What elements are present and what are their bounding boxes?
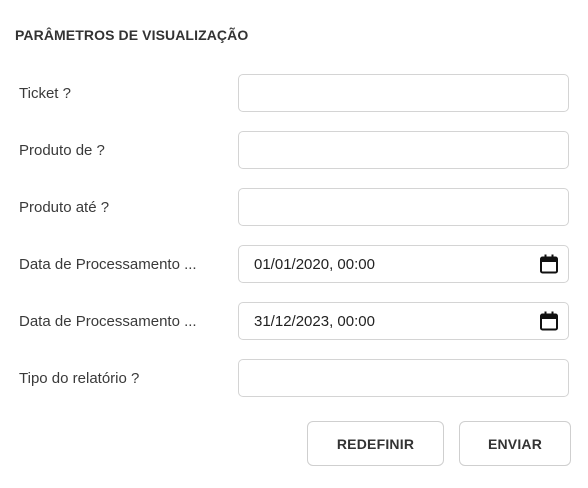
- data-processamento-ate-value: 31/12/2023, 00:00: [254, 313, 375, 330]
- data-processamento-de-value: 01/01/2020, 00:00: [254, 256, 375, 273]
- field-row-data-processamento-de: Data de Processamento ... 01/01/2020, 00…: [0, 245, 588, 285]
- parameters-panel: PARÂMETROS DE VISUALIZAÇÃO Ticket ? Prod…: [0, 0, 588, 488]
- ticket-input[interactable]: [238, 74, 569, 112]
- field-row-data-processamento-ate: Data de Processamento ... 31/12/2023, 00…: [0, 302, 588, 342]
- produto-ate-label: Produto até ?: [19, 199, 110, 216]
- produto-de-label: Produto de ?: [19, 142, 105, 159]
- field-row-tipo-relatorio: Tipo do relatório ?: [0, 359, 588, 399]
- tipo-relatorio-label: Tipo do relatório ?: [19, 370, 140, 387]
- tipo-relatorio-input[interactable]: [238, 359, 569, 397]
- produto-de-input[interactable]: [238, 131, 569, 169]
- data-processamento-ate-label: Data de Processamento ...: [19, 313, 197, 330]
- calendar-icon[interactable]: [538, 310, 560, 332]
- field-row-ticket: Ticket ?: [0, 74, 588, 114]
- field-row-produto-de: Produto de ?: [0, 131, 588, 171]
- data-processamento-de-input[interactable]: 01/01/2020, 00:00: [238, 245, 569, 283]
- data-processamento-de-label: Data de Processamento ...: [19, 256, 197, 273]
- reset-button[interactable]: REDEFINIR: [307, 421, 444, 466]
- submit-button[interactable]: ENVIAR: [459, 421, 571, 466]
- calendar-icon[interactable]: [538, 253, 560, 275]
- section-title: PARÂMETROS DE VISUALIZAÇÃO: [15, 27, 249, 43]
- produto-ate-input[interactable]: [238, 188, 569, 226]
- ticket-label: Ticket ?: [19, 85, 71, 102]
- field-row-produto-ate: Produto até ?: [0, 188, 588, 228]
- data-processamento-ate-input[interactable]: 31/12/2023, 00:00: [238, 302, 569, 340]
